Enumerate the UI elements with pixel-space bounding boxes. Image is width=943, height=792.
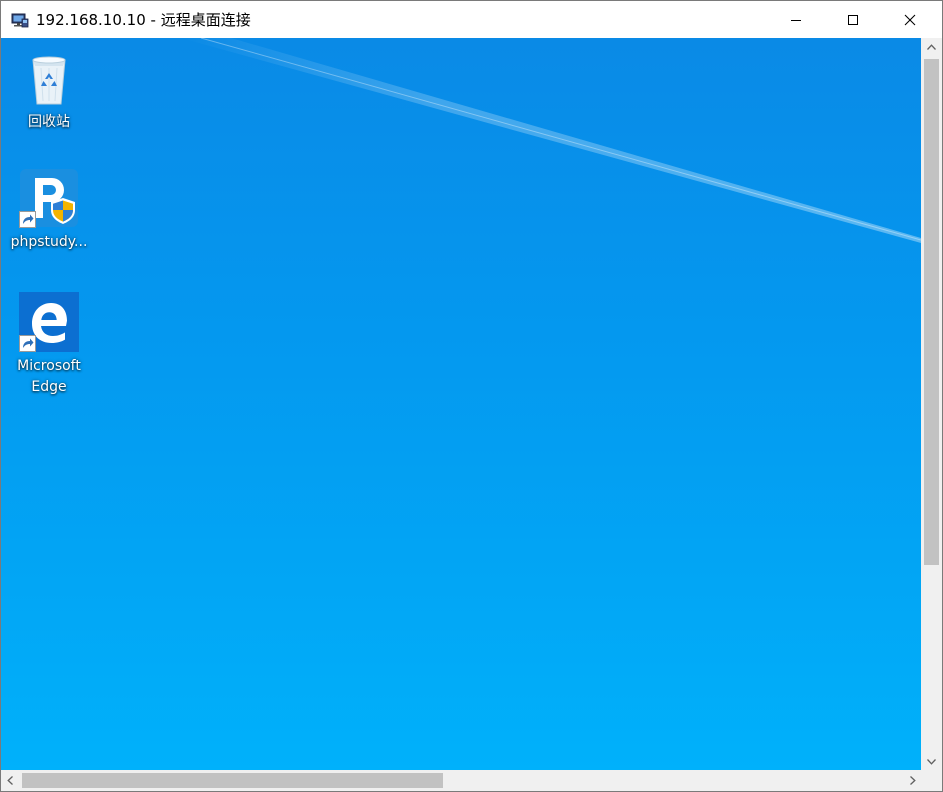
shortcut-arrow-icon	[19, 335, 36, 352]
minimize-icon	[791, 19, 801, 21]
desktop-icon-label-line: Edge	[31, 379, 67, 395]
microsoft-edge-icon	[19, 292, 79, 352]
scroll-right-button[interactable]	[904, 770, 921, 791]
chevron-left-icon	[6, 776, 13, 785]
desktop-icon-microsoft-edge[interactable]: Microsoft Edge	[7, 292, 91, 398]
horizontal-scroll-thumb[interactable]	[22, 773, 443, 788]
title-bar[interactable]: 192.168.10.10 - 远程桌面连接	[1, 1, 942, 38]
wallpaper-light-ray	[181, 38, 921, 243]
remote-desktop-window: 192.168.10.10 - 远程桌面连接 回收站 phpstudy... M…	[0, 0, 943, 792]
scroll-down-button[interactable]	[921, 753, 942, 770]
chevron-right-icon	[909, 776, 916, 785]
chevron-down-icon	[927, 758, 936, 765]
phpstudy-icon	[19, 168, 79, 228]
vertical-scroll-thumb[interactable]	[924, 59, 939, 565]
chevron-up-icon	[927, 43, 936, 50]
maximize-button[interactable]	[830, 1, 876, 38]
shortcut-arrow-icon	[19, 211, 36, 228]
close-button[interactable]	[887, 1, 933, 38]
scrollbar-corner	[921, 770, 942, 791]
scroll-left-button[interactable]	[1, 770, 18, 791]
minimize-button[interactable]	[773, 1, 819, 38]
scroll-up-button[interactable]	[921, 38, 942, 55]
close-icon	[904, 14, 916, 25]
window-title: 192.168.10.10 - 远程桌面连接	[36, 11, 251, 29]
remote-desktop-area[interactable]: 回收站 phpstudy... Microsoft Edge	[1, 38, 921, 770]
desktop-icon-label: phpstudy...	[10, 234, 88, 250]
desktop-icon-recycle-bin[interactable]: 回收站	[7, 48, 91, 133]
maximize-icon	[848, 14, 858, 25]
horizontal-scrollbar[interactable]	[1, 770, 921, 791]
desktop-icon-label: Microsoft Edge	[17, 356, 81, 398]
recycle-bin-icon	[19, 48, 79, 108]
desktop-icon-phpstudy[interactable]: phpstudy...	[7, 168, 91, 253]
desktop-icon-label: 回收站	[28, 114, 70, 130]
desktop-icon-label-line: Microsoft	[17, 358, 81, 374]
vertical-scrollbar[interactable]	[921, 38, 942, 770]
remote-desktop-icon[interactable]	[11, 11, 29, 29]
